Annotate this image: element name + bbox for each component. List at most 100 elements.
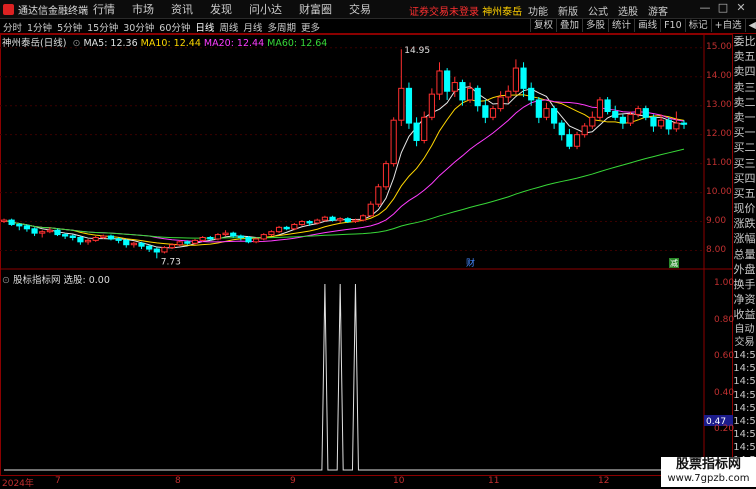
menu-item-pick[interactable]: 选股 [618, 3, 638, 18]
tab-60min[interactable]: 60分钟 [159, 20, 190, 34]
date-tick-1: 7 [55, 476, 61, 486]
menu-item-news[interactable]: 资讯 [171, 1, 193, 17]
tab-1min[interactable]: 1分钟 [27, 20, 52, 34]
side-label-8: 买三 [733, 156, 756, 170]
menu-item-exchange[interactable]: 市场 [132, 1, 154, 17]
minimize-icon[interactable]: — [696, 1, 714, 14]
candle [54, 228, 61, 237]
menu-item-formula[interactable]: 公式 [588, 3, 608, 18]
candle [298, 220, 306, 226]
side-lower-label-0[interactable]: 自动 [733, 323, 756, 336]
menu-item-newversion[interactable]: 新版 [558, 3, 578, 18]
date-tick-2: 8 [175, 476, 181, 486]
tab-multi-period[interactable]: 多周期 [267, 20, 296, 34]
price-chart[interactable]: 14.95 7.73 财 减 0.47 [0, 34, 733, 476]
tool-multi-stock[interactable]: 多股 [582, 19, 608, 32]
close-icon[interactable]: ✕ [732, 1, 750, 14]
date-tick-0: 2024年 [2, 479, 34, 489]
side-label-15: 外盘 [733, 262, 756, 276]
candle [482, 99, 489, 124]
tab-daily[interactable]: 日线 [195, 20, 214, 34]
tab-more[interactable]: 更多 [301, 20, 320, 34]
price-tick-4: 11.00 [706, 157, 732, 168]
candle [260, 233, 267, 241]
tab-5min[interactable]: 5分钟 [57, 20, 82, 34]
side-lower-label-5: 14:5 [733, 389, 756, 401]
date-tick-4: 10 [393, 476, 405, 486]
notice-text: 证券交易未登录 [409, 7, 479, 18]
collapse-icon[interactable]: ◀ [744, 19, 756, 32]
ma20-line [3, 99, 685, 243]
menu-item-trade[interactable]: 交易 [349, 1, 371, 17]
menu-item-discover[interactable]: 发现 [210, 1, 232, 17]
tab-monthly[interactable]: 月线 [243, 20, 262, 34]
candle [489, 105, 497, 121]
side-lower-label-6: 14:5 [733, 402, 756, 414]
right-menu: 功能 新版 公式 选股 游客 [528, 3, 678, 18]
menu-bar: 通达信金融终端 行情 市场 资讯 发现 问小达 财富圈 交易 证券交易未登录 神… [0, 0, 756, 19]
candle [77, 236, 84, 245]
candle [8, 218, 15, 226]
candle [619, 114, 626, 129]
app-logo[interactable]: 通达信金融终端 [0, 2, 93, 17]
menu-item-wealth[interactable]: 财富圈 [299, 1, 332, 17]
maximize-icon[interactable]: □ [714, 1, 732, 14]
tool-add-watchlist[interactable]: +自选 [710, 19, 745, 32]
price-tick-7: 8.00 [706, 244, 727, 255]
candle [367, 201, 374, 218]
side-label-7: 买二 [733, 141, 756, 155]
candle [581, 123, 588, 138]
candle [612, 105, 619, 121]
candle [123, 238, 130, 248]
candle [23, 224, 31, 232]
tool-stats[interactable]: 统计 [608, 19, 634, 32]
side-label-14: 总量 [733, 247, 756, 261]
menu-item-function[interactable]: 功能 [528, 3, 548, 18]
logo-icon [3, 3, 14, 15]
side-label-10: 买五 [733, 186, 756, 200]
ma10-line [3, 94, 685, 246]
candle [390, 117, 397, 167]
reduction-marker[interactable]: 减 [670, 258, 678, 268]
candle [268, 230, 275, 237]
candle [291, 223, 298, 231]
user-label[interactable]: 游客 [648, 3, 668, 18]
side-label-16: 换手 [733, 278, 756, 291]
tool-draw[interactable]: 画线 [634, 19, 660, 32]
ma5-line [3, 86, 685, 249]
window-buttons: — □ ✕ [696, 1, 750, 14]
watermark-url: www.7gpzb.com [667, 473, 750, 484]
tab-timeshare[interactable]: 分时 [3, 20, 22, 34]
side-lower-label-4: 14:5 [733, 376, 756, 388]
price-tick-0: 15.00 [706, 41, 732, 52]
side-lower-label-1[interactable]: 交易 [733, 336, 756, 349]
tab-weekly[interactable]: 周线 [219, 20, 238, 34]
candle [283, 225, 290, 231]
candle [161, 246, 168, 254]
tool-f10[interactable]: F10 [660, 19, 685, 32]
side-label-1: 卖五 [733, 50, 756, 64]
tool-overlay[interactable]: 叠加 [556, 19, 582, 32]
tab-30min[interactable]: 30分钟 [123, 20, 154, 34]
indicator-title-text: 股标指标网 选股: 0.00 [13, 275, 110, 286]
indicator-settings-icon[interactable]: ⊙ [2, 275, 10, 286]
candle [69, 234, 76, 241]
price-tick-5: 10.00 [706, 186, 732, 197]
tab-15min[interactable]: 15分钟 [87, 20, 118, 34]
low-price-label: 7.73 [161, 257, 181, 267]
main-menu: 行情 市场 资讯 发现 问小达 财富圈 交易 [93, 1, 388, 17]
date-tick-6: 12 [598, 476, 610, 486]
login-notice[interactable]: 证券交易未登录 神州泰岳 [409, 3, 522, 18]
financial-report-marker[interactable]: 财 [466, 257, 475, 269]
period-toolbar: 分时 1分钟 5分钟 15分钟 30分钟 60分钟 日线 周线 月线 多周期 更… [0, 19, 756, 34]
menu-item-market[interactable]: 行情 [93, 1, 115, 17]
side-lower-label-9: 14:5 [733, 442, 756, 454]
candle [107, 234, 115, 241]
candle [650, 114, 657, 132]
watermark-badge: 股票指标网 www.7gpzb.com [661, 457, 756, 487]
tool-mark[interactable]: 标记 [684, 19, 711, 32]
candle [596, 97, 604, 121]
tool-restore-rights[interactable]: 复权 [530, 19, 556, 32]
candle [153, 247, 160, 259]
menu-item-ask[interactable]: 问小达 [249, 1, 282, 17]
